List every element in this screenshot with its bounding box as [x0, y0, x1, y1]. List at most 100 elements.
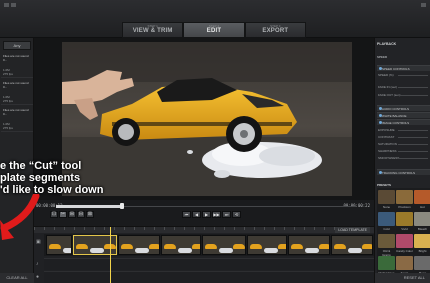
- clip-thumbnail-car: [250, 244, 262, 249]
- clip-thumbnail-car: [205, 244, 217, 249]
- preset-thumbnail[interactable]: [414, 212, 430, 226]
- preset-thumbnail[interactable]: [378, 234, 395, 248]
- section-label: TRACKING CONTROLS: [382, 171, 416, 175]
- slider-track[interactable]: [398, 144, 428, 145]
- step-tabs: STEP 1 VIEW & TRIM STEP 2 EDIT STEP 3 EX…: [122, 22, 306, 38]
- white-balance-section[interactable]: WHITE BALANCE: [377, 112, 430, 118]
- clear-all-button[interactable]: CLEAR ALL: [0, 273, 34, 283]
- slider-track[interactable]: [398, 95, 428, 96]
- ruler-tick: [204, 227, 205, 230]
- window-minimize-icon[interactable]: [11, 3, 16, 7]
- preset-thumbnail[interactable]: [396, 256, 413, 270]
- smoothness-slider-row[interactable]: SMOOTHNESS: [378, 156, 430, 161]
- play-button[interactable]: ▶: [202, 211, 211, 218]
- preset-label: Precision: [398, 205, 411, 209]
- timeline-ruler[interactable]: [34, 227, 374, 233]
- tab-export[interactable]: STEP 3 EXPORT: [244, 22, 306, 38]
- window-close-icon[interactable]: [4, 3, 9, 7]
- timeline-clip[interactable]: [288, 235, 330, 255]
- slider-track[interactable]: [398, 130, 428, 131]
- preset-thumbnail[interactable]: [378, 190, 395, 204]
- ruler-tick: [294, 227, 295, 230]
- contrast-slider-row[interactable]: CONTRAST: [378, 135, 430, 140]
- ruler-tick: [174, 227, 175, 230]
- slider-track[interactable]: [398, 75, 428, 76]
- add-media-button[interactable]: Any: [3, 41, 31, 50]
- slider-track[interactable]: [398, 87, 428, 88]
- loop-button[interactable]: ⟲: [232, 211, 241, 218]
- scrubber-handle[interactable]: [120, 203, 124, 209]
- timeline-clip[interactable]: [202, 235, 246, 255]
- preset-label: Bright: [418, 249, 427, 253]
- preset-thumbnail[interactable]: [396, 234, 413, 248]
- slider-track[interactable]: [398, 158, 428, 159]
- audio-controls-section[interactable]: AUDIO CONTROLS: [377, 105, 430, 111]
- sharpness-slider-row[interactable]: SHARPNESS: [378, 149, 430, 154]
- speed-slider-row[interactable]: SPEED (%): [378, 73, 430, 78]
- tab-edit[interactable]: STEP 2 EDIT: [183, 22, 245, 38]
- go-to-start-button[interactable]: ⏮: [182, 211, 191, 218]
- preset-thumbnail[interactable]: [378, 256, 395, 270]
- ruler-tick: [224, 227, 225, 230]
- preset-thumbnail[interactable]: [396, 190, 413, 204]
- speed-heading: SPEED: [377, 55, 388, 59]
- go-to-end-button[interactable]: ⏭: [222, 211, 231, 218]
- preset-label: Candy Color: [396, 249, 413, 253]
- clip-thumbnail-car: [121, 244, 133, 249]
- window-menu-icon[interactable]: [421, 3, 426, 7]
- audio-track-icon: ♪: [36, 261, 39, 267]
- ruler-tick: [194, 227, 195, 230]
- clip-thumbnail-snow: [219, 248, 233, 253]
- step-back-button[interactable]: ◀: [192, 211, 201, 218]
- timeline-clip[interactable]: [331, 235, 373, 255]
- tracking-controls-section[interactable]: TRACKING CONTROLS: [377, 169, 430, 175]
- preset-thumbnail[interactable]: [414, 190, 430, 204]
- preset-label: None: [382, 205, 391, 209]
- load-template-button[interactable]: LOAD TEMPLATE: [335, 227, 370, 233]
- timeline-playhead[interactable]: [110, 227, 111, 283]
- timeline-clip[interactable]: [118, 235, 160, 255]
- media-fps: 275 fps: [3, 126, 13, 130]
- video-track[interactable]: [44, 234, 374, 256]
- preset-thumbnail[interactable]: [414, 256, 430, 270]
- clip-thumbnail-car: [334, 244, 346, 249]
- fade-out-slider-row[interactable]: FADE OUT (sec): [378, 93, 430, 98]
- saturation-slider-row[interactable]: SATURATION: [378, 142, 430, 147]
- media-item[interactable]: Files are not sound 0... 1.0M 275 fps: [1, 52, 33, 78]
- curved-arrow-icon: [0, 194, 40, 240]
- timeline-clip[interactable]: [247, 235, 287, 255]
- clip-thumbnail-snow: [348, 248, 362, 253]
- ruler-tick: [254, 227, 255, 230]
- section-indicator-icon: [379, 114, 382, 117]
- ruler-tick: [274, 227, 275, 230]
- timeline[interactable]: LOAD TEMPLATE ▣ ♪ ●: [34, 226, 374, 283]
- audio-track[interactable]: [44, 258, 374, 270]
- clip-thumbnail-snow: [264, 248, 278, 253]
- ruler-tick: [144, 227, 145, 230]
- voiceover-track[interactable]: [44, 271, 374, 283]
- exposure-slider-row[interactable]: EXPOSURE: [378, 128, 430, 133]
- playback-heading: PLAYBACK: [377, 42, 397, 46]
- ruler-tick: [234, 227, 235, 230]
- fade-in-slider-row[interactable]: FADE IN (sec): [378, 85, 430, 90]
- preset-thumbnail[interactable]: [396, 212, 413, 226]
- tab-view-trim[interactable]: STEP 1 VIEW & TRIM: [122, 22, 184, 38]
- slider-track[interactable]: [398, 151, 428, 152]
- preset-thumbnail[interactable]: [414, 234, 430, 248]
- preset-thumbnail[interactable]: [378, 212, 395, 226]
- media-item[interactable]: Files are not sound 0... 1.0M 275 fps: [1, 106, 33, 132]
- preset-label: Hot: [420, 205, 425, 209]
- speed-controls-section[interactable]: SPEED CONTROLS: [377, 65, 430, 71]
- clip-thumbnail-car: [149, 244, 159, 249]
- slider-track[interactable]: [398, 137, 428, 138]
- image-controls-section[interactable]: IMAGE CONTROLS: [377, 119, 430, 125]
- ruler-tick: [154, 227, 155, 230]
- ruler-tick: [74, 227, 75, 230]
- reset-all-button[interactable]: RESET ALL: [375, 273, 430, 283]
- media-item[interactable]: Files are not sound 0... 1.0M 275 fps: [1, 79, 33, 105]
- media-title: Files are not sound 0...: [3, 81, 29, 89]
- timeline-clip[interactable]: [161, 235, 201, 255]
- media-fps: 275 fps: [3, 99, 13, 103]
- overlay-caption-line: plate segments: [0, 172, 81, 184]
- step-forward-button[interactable]: ▶▶: [212, 211, 221, 218]
